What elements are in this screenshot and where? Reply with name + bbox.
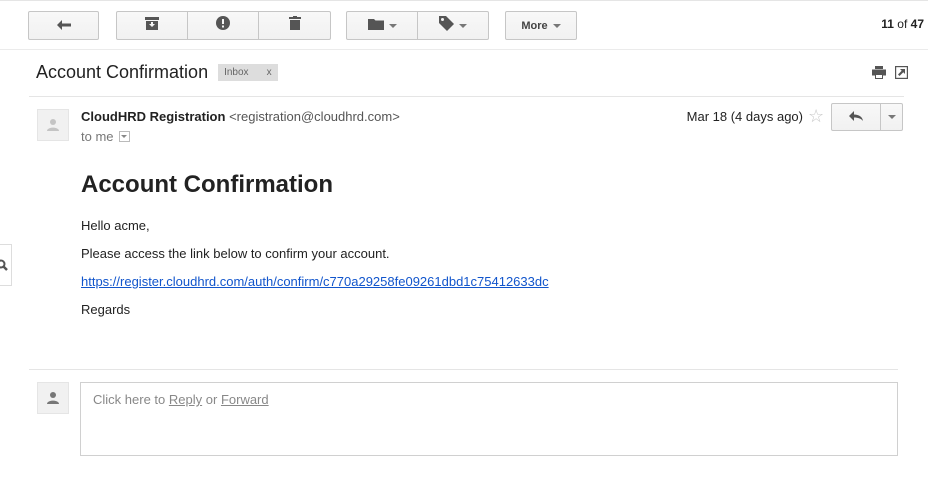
trash-icon — [288, 16, 301, 35]
pager: 11 of 47 — [881, 17, 924, 31]
chevron-down-icon — [552, 23, 561, 28]
recipient-text: to me — [81, 129, 114, 144]
my-avatar — [37, 382, 69, 414]
report-spam-icon — [216, 16, 230, 35]
more-actions-button[interactable] — [881, 103, 903, 131]
inbox-label-chip[interactable]: Inbox x — [218, 64, 278, 81]
more-button[interactable]: More — [505, 11, 577, 40]
pager-total: 47 — [910, 17, 924, 31]
label-text: Inbox — [224, 67, 249, 78]
reply-box[interactable]: Click here to Reply or Forward — [80, 382, 898, 456]
organize-button-group — [346, 11, 489, 40]
reply-button[interactable] — [831, 103, 881, 131]
action-button-group — [116, 11, 331, 40]
chevron-down-icon — [459, 23, 467, 28]
email-view: More 11 of 47 Account Confirmation Inbox… — [0, 0, 928, 477]
archive-button[interactable] — [116, 11, 188, 40]
toolbar-divider — [0, 49, 928, 50]
archive-icon — [145, 16, 159, 35]
reply-icon — [849, 108, 863, 126]
reply-link[interactable]: Reply — [169, 392, 202, 407]
star-icon[interactable]: ☆ — [808, 106, 824, 126]
subject-row: Account Confirmation Inbox x — [36, 62, 278, 83]
tag-icon — [439, 15, 454, 36]
pager-of: of — [897, 17, 908, 31]
pager-current: 11 — [881, 17, 894, 31]
body-heading: Account Confirmation — [81, 171, 333, 198]
show-details-button[interactable] — [118, 131, 130, 142]
subject-actions — [872, 65, 909, 84]
person-icon — [47, 119, 59, 131]
person-icon — [47, 392, 59, 404]
side-search-tab[interactable] — [0, 244, 12, 286]
remove-label-button[interactable]: x — [267, 67, 272, 78]
new-window-icon[interactable] — [894, 65, 909, 84]
body-greeting: Hello acme, — [81, 218, 150, 233]
reply-prompt: Click here to — [93, 392, 166, 407]
reply-or: or — [205, 392, 218, 407]
sender-line: CloudHRD Registration <registration@clou… — [81, 109, 400, 124]
sender-name[interactable]: CloudHRD Registration — [81, 109, 225, 124]
chevron-down-icon — [121, 135, 128, 138]
forward-link[interactable]: Forward — [221, 392, 269, 407]
folder-icon — [367, 17, 384, 35]
back-button[interactable] — [28, 11, 99, 40]
confirmation-link[interactable]: https://register.cloudhrd.com/auth/confi… — [81, 274, 549, 289]
reply-divider — [29, 369, 898, 370]
print-icon[interactable] — [872, 66, 886, 84]
body-instruction: Please access the link below to confirm … — [81, 246, 390, 261]
move-to-button[interactable] — [346, 11, 418, 40]
more-label: More — [521, 19, 548, 32]
back-arrow-icon — [56, 17, 71, 35]
sender-avatar[interactable] — [37, 109, 69, 141]
message-date: Mar 18 (4 days ago) — [686, 109, 803, 124]
sender-email: <registration@cloudhrd.com> — [229, 109, 400, 124]
body-closing: Regards — [81, 302, 131, 317]
subject-divider — [29, 96, 904, 97]
chevron-down-icon — [388, 23, 397, 28]
search-icon — [0, 259, 8, 271]
reply-button-group — [831, 103, 903, 131]
chevron-down-icon — [887, 115, 896, 119]
thread-subject: Account Confirmation — [36, 62, 209, 82]
recipient-line: to me — [81, 129, 130, 144]
labels-button[interactable] — [418, 11, 489, 40]
delete-button[interactable] — [259, 11, 331, 40]
report-spam-button[interactable] — [188, 11, 259, 40]
toolbar: More 11 of 47 — [0, 0, 928, 50]
